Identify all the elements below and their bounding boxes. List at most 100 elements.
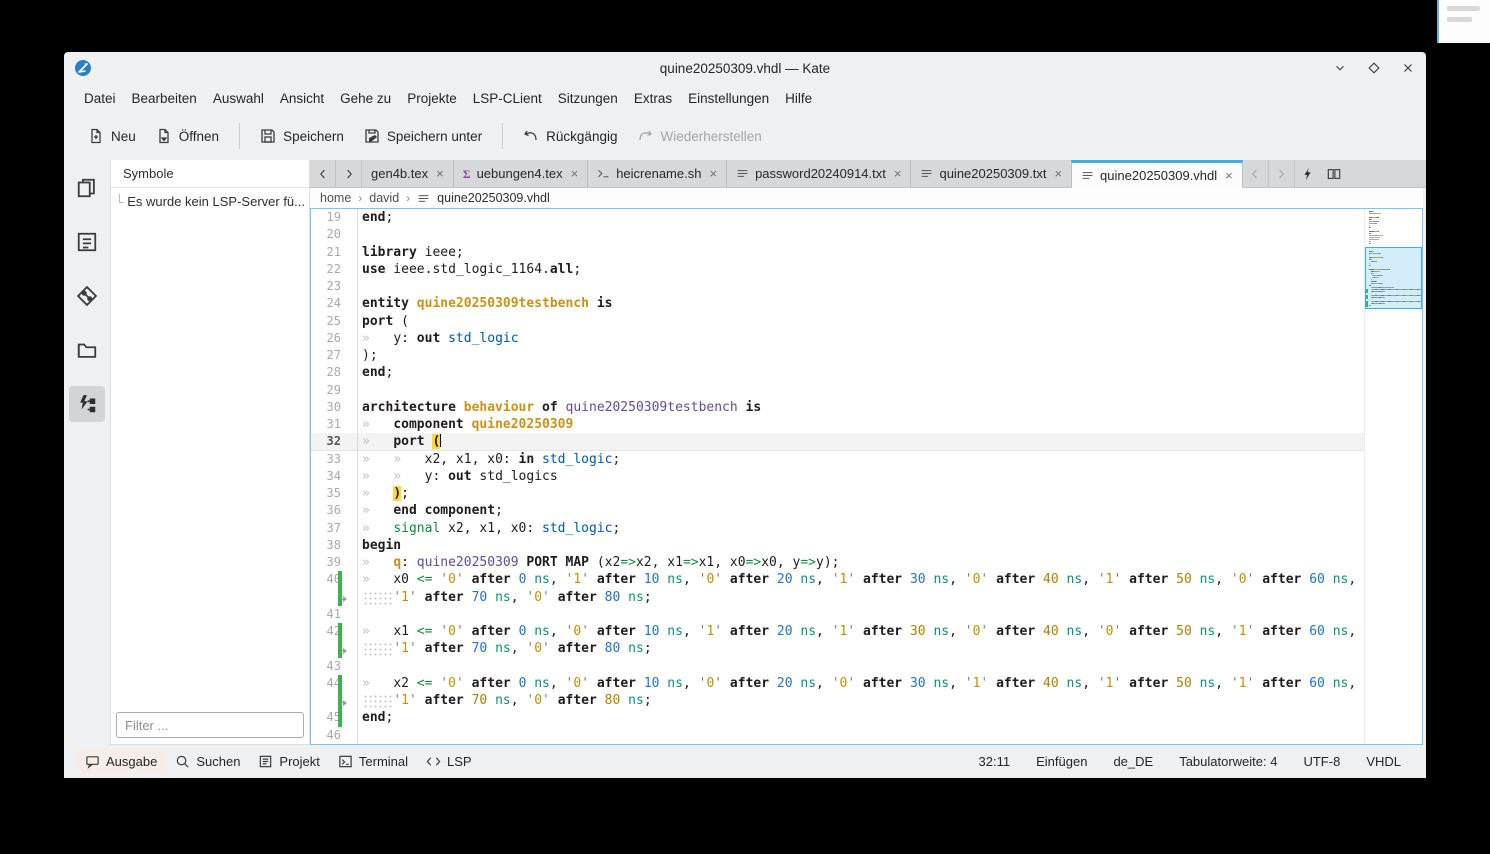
tab-gen4b.tex[interactable]: gen4b.tex× [362,160,454,187]
code-line-30[interactable]: 30architecture behaviour of quine2025030… [311,399,1364,416]
statusbar-toggle-suchen[interactable]: Suchen [166,749,249,774]
save-as-button[interactable]: Speichern unter [354,121,492,151]
tab-heicrename.sh[interactable]: heicrename.sh× [588,160,727,187]
tabs-scroll-right-button[interactable] [336,160,362,187]
statusbar-toggle-terminal[interactable]: Terminal [329,749,417,774]
statusbar-syntax-mode[interactable]: VHDL [1353,749,1414,774]
tab-uebungen4.tex[interactable]: Σuebungen4.tex× [454,160,588,187]
code-line-37[interactable]: 37» signal x2, x1, x0: std_logic; [311,520,1364,537]
menu-item-gehe-zu[interactable]: Gehe zu [332,87,399,110]
code-line-31[interactable]: 31» component quine20250309 [311,416,1364,433]
menu-item-einstellungen[interactable]: Einstellungen [680,87,777,110]
toolview-button-folder[interactable] [69,332,105,368]
breadcrumb-item-home[interactable]: home [320,191,351,205]
code-line-21[interactable]: 21library ieee; [311,244,1364,261]
statusbar-toggle-ausgabe[interactable]: Ausgabe [76,749,166,774]
kate-window: quine20250309.vhdl — Kate DateiBearbeite… [64,52,1426,778]
symbols-tree-icon [76,393,98,415]
symbols-filter-input[interactable]: Filter ... [116,712,304,738]
toolview-button-symbol-list[interactable] [69,224,105,260]
code-text: port ( [358,313,1364,330]
menu-item-auswahl[interactable]: Auswahl [205,87,272,110]
code-line-34[interactable]: 34» » y: out std_logics [311,468,1364,485]
code-line-29[interactable]: 29 [311,382,1364,399]
statusbar-encoding[interactable]: UTF-8 [1290,749,1353,774]
tab-close-icon[interactable]: × [434,166,444,181]
line-number: 25 [327,314,341,328]
split-view-button[interactable] [1321,160,1347,187]
menu-item-projekte[interactable]: Projekte [399,87,465,110]
tab-close-icon[interactable]: × [1223,168,1233,183]
minimap-scrollbar[interactable] [1364,209,1422,744]
close-button[interactable] [1398,58,1418,78]
tab-quine20250309.txt[interactable]: quine20250309.txt× [911,160,1072,187]
menu-item-bearbeiten[interactable]: Bearbeiten [124,87,205,110]
code-area[interactable]: 19end;2021library ieee;22use ieee.std_lo… [311,209,1364,744]
code-text: » » y: out std_logics [358,468,1364,485]
menu-item-lsp-client[interactable]: LSP-CLient [465,87,550,110]
minimize-button[interactable] [1330,58,1350,78]
open-document-button[interactable]: Öffnen [146,121,229,151]
code-line-33[interactable]: 33» » x2, x1, x0: in std_logic; [311,451,1364,468]
code-line-32[interactable]: 32» port ( [311,433,1364,450]
code-line-42[interactable]: 42» x1 <= '0' after 0 ns, '0' after 10 n… [311,623,1364,640]
tab-close-icon[interactable]: × [569,166,579,181]
code-line-45[interactable]: 45end; [311,709,1364,726]
statusbar-cursor-position[interactable]: 32:11 [966,749,1024,774]
code-line-43[interactable]: 43 [311,658,1364,675]
code-line-27[interactable]: 27); [311,347,1364,364]
statusbar-toggle-projekt[interactable]: Projekt [249,749,328,774]
code-line-19[interactable]: 19end; [311,209,1364,226]
code-line-35[interactable]: 35» ); [311,485,1364,502]
code-line-20[interactable]: 20 [311,226,1364,243]
statusbar-tab-width[interactable]: Tabulatorweite: 4 [1166,749,1290,774]
symbols-empty-item[interactable]: Es wurde kein LSP-Server fü... [111,188,309,213]
code-wrapped-row[interactable]: '1' after 70 ns, '0' after 80 ns; [311,589,1364,606]
quick-open-button[interactable] [1295,160,1321,187]
code-line-38[interactable]: 38begin [311,537,1364,554]
code-line-23[interactable]: 23 [311,278,1364,295]
menu-item-hilfe[interactable]: Hilfe [777,87,820,110]
menu-item-sitzungen[interactable]: Sitzungen [550,87,626,110]
toolview-button-git[interactable] [69,278,105,314]
tabs-scroll-left-button[interactable] [310,160,336,187]
toolview-button-symbols-tree[interactable] [69,386,105,422]
new-document-button[interactable]: Neu [78,121,146,151]
tab-history-forward-button[interactable] [1269,160,1295,187]
code-line-44[interactable]: 44» x2 <= '0' after 0 ns, '0' after 10 n… [311,675,1364,692]
statusbar-toggle-lsp[interactable]: LSP [417,749,481,774]
code-wrapped-row[interactable]: '1' after 70 ns, '0' after 80 ns; [311,640,1364,657]
code-line-26[interactable]: 26» y: out std_logic [311,330,1364,347]
code-line-24[interactable]: 24entity quine20250309testbench is [311,295,1364,312]
statusbar-dictionary[interactable]: de_DE [1100,749,1166,774]
line-number: 28 [327,365,341,379]
code-line-36[interactable]: 36» end component; [311,502,1364,519]
breadcrumb-file[interactable]: quine20250309.vhdl [437,191,550,205]
code-line-41[interactable]: 41 [311,606,1364,623]
code-wrapped-row[interactable]: '1' after 70 ns, '0' after 80 ns; [311,692,1364,709]
save-button[interactable]: Speichern [250,121,354,151]
statusbar-input-mode[interactable]: Einfügen [1023,749,1100,774]
menu-item-extras[interactable]: Extras [626,87,680,110]
menu-item-ansicht[interactable]: Ansicht [272,87,332,110]
undo-button[interactable]: Rückgängig [513,121,627,151]
code-line-28[interactable]: 28end; [311,364,1364,381]
menu-item-datei[interactable]: Datei [76,87,124,110]
breadcrumb-item-david[interactable]: david [369,191,399,205]
toolview-button-documents[interactable] [69,170,105,206]
minimap-viewport[interactable] [1365,247,1422,309]
tab-password20240914.txt[interactable]: password20240914.txt× [727,160,911,187]
maximize-button[interactable] [1364,58,1384,78]
code-line-25[interactable]: 25 port ( [311,313,1364,330]
tab-close-icon[interactable]: × [892,166,902,181]
code-line-46[interactable]: 46 [311,727,1364,744]
code-line-40[interactable]: 40» x0 <= '0' after 0 ns, '1' after 10 n… [311,571,1364,588]
tab-history-back-button[interactable] [1243,160,1269,187]
code-line-22[interactable]: 22use ieee.std_logic_1164.all; [311,261,1364,278]
tab-close-icon[interactable]: × [1052,166,1062,181]
tab-close-icon[interactable]: × [707,166,717,181]
titlebar[interactable]: quine20250309.vhdl — Kate [64,52,1426,84]
tab-quine20250309.vhdl[interactable]: quine20250309.vhdl× [1071,160,1243,188]
code-line-39[interactable]: 39» q: quine20250309 PORT MAP (x2=>x2, x… [311,554,1364,571]
redo-button[interactable]: Wiederherstellen [627,121,771,151]
